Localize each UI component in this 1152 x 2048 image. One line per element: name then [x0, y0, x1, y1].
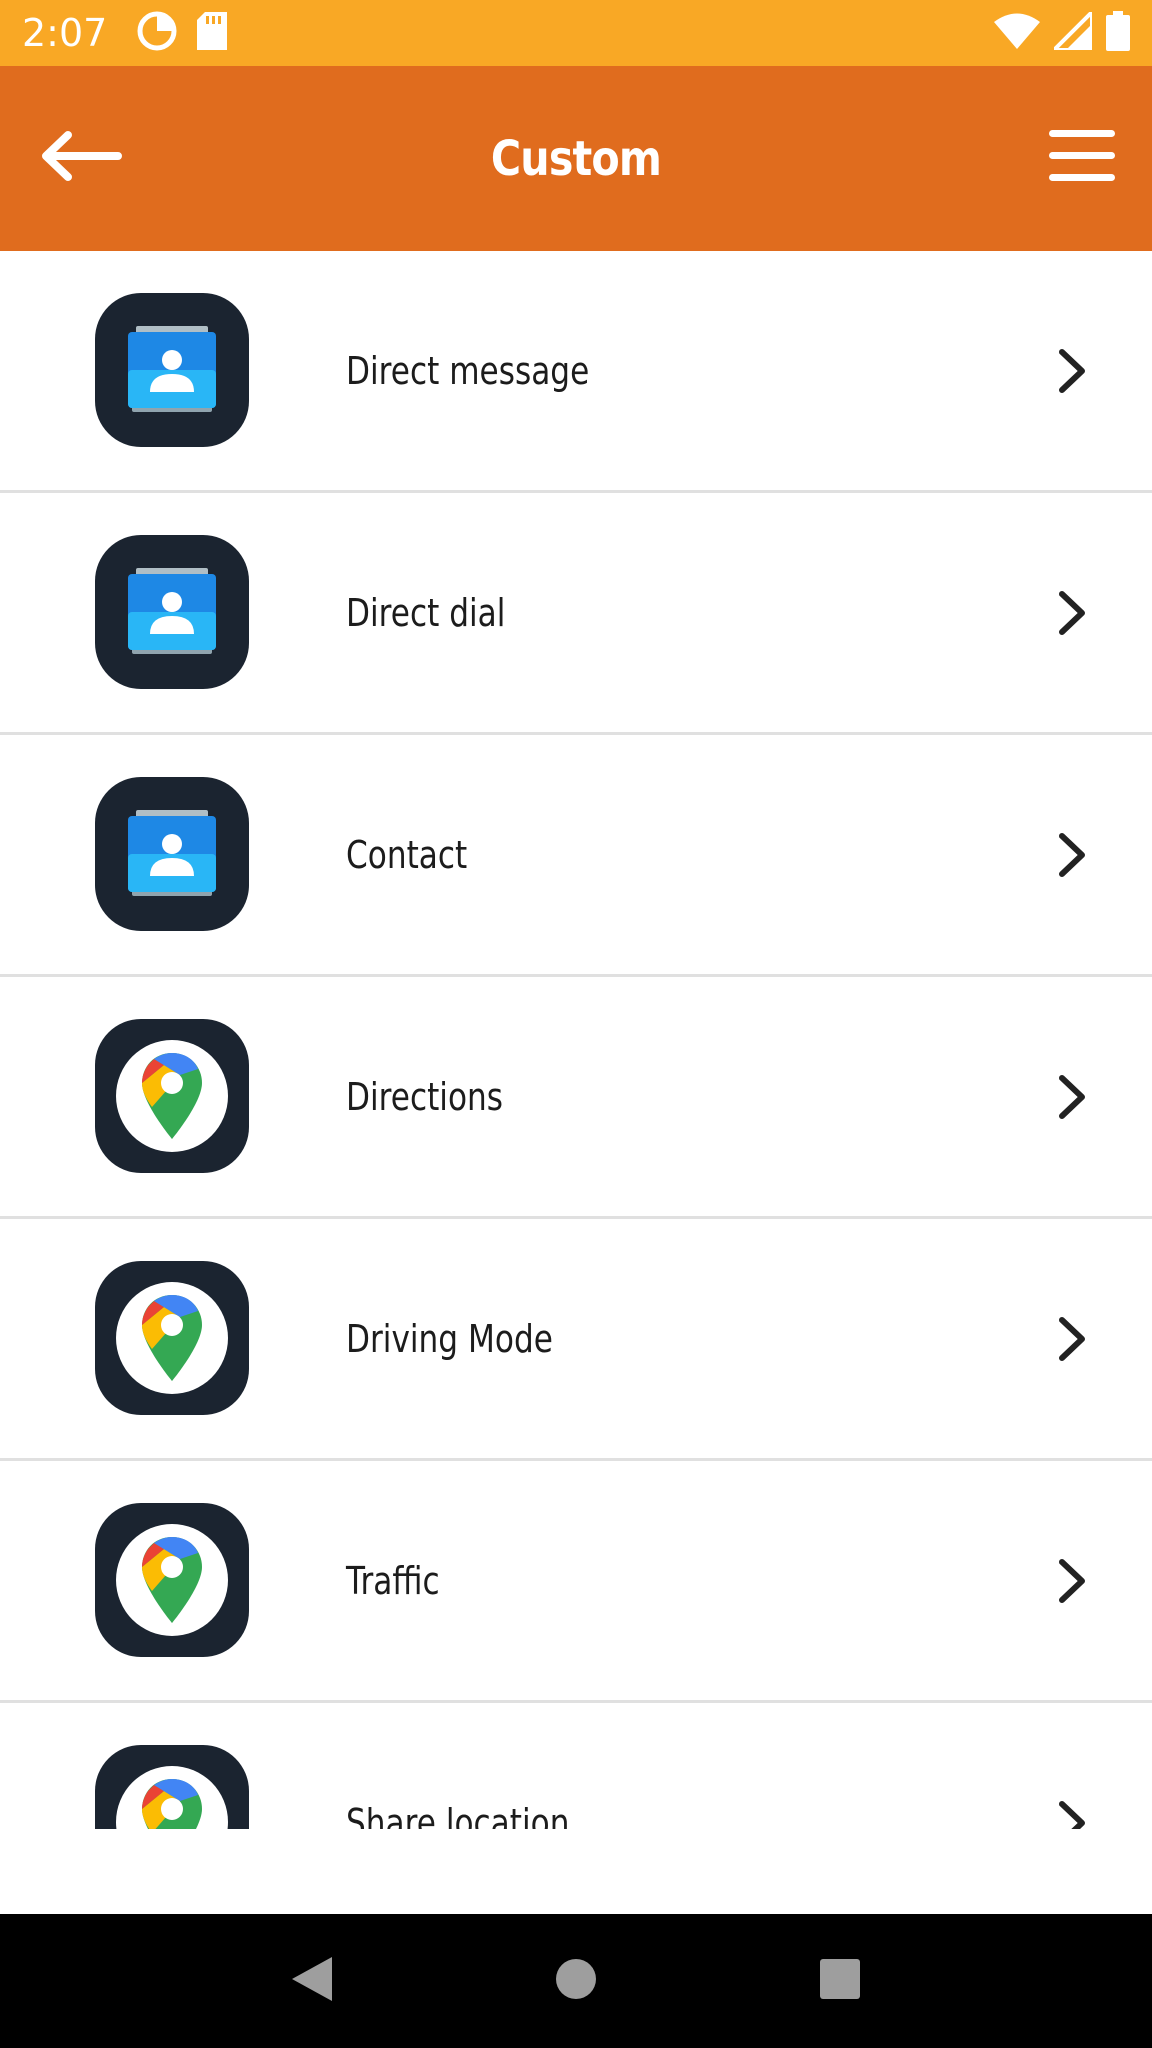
- list-item-label: Direct message: [346, 348, 590, 393]
- arrow-left-icon: [38, 130, 122, 187]
- wifi-icon: [994, 13, 1040, 54]
- list-item-label: Direct dial: [346, 590, 506, 635]
- chevron-right-icon: [1052, 1556, 1092, 1606]
- page-title: Custom: [490, 130, 662, 187]
- chevron-right-icon: [1052, 588, 1092, 638]
- list-item-direct-message[interactable]: Direct message: [0, 251, 1152, 493]
- list-item-directions[interactable]: Directions: [0, 977, 1152, 1219]
- status-bar: 2:07: [0, 0, 1152, 66]
- chevron-right-icon: [1052, 1798, 1092, 1829]
- status-left-icons: [137, 11, 228, 56]
- app-bar: Custom: [0, 66, 1152, 251]
- system-nav-bar: [0, 1914, 1152, 2048]
- chevron-right-icon: [1052, 830, 1092, 880]
- google-maps-icon: [95, 1745, 249, 1829]
- recents-square-icon: [819, 1958, 861, 2005]
- battery-icon: [1106, 10, 1130, 56]
- status-time: 2:07: [22, 11, 108, 55]
- sd-card-icon: [197, 11, 228, 55]
- back-triangle-icon: [290, 1955, 334, 2008]
- chevron-right-icon: [1052, 346, 1092, 396]
- nav-back-button[interactable]: [267, 1936, 357, 2026]
- contacts-app-icon: [95, 777, 249, 931]
- status-right-icons: [994, 6, 1130, 56]
- list-item-label: Contact: [346, 832, 468, 877]
- list-item-traffic[interactable]: Traffic: [0, 1461, 1152, 1703]
- google-maps-icon: [95, 1019, 249, 1173]
- list-item-label: Share location: [346, 1800, 570, 1830]
- contacts-app-icon: [95, 293, 249, 447]
- home-circle-icon: [555, 1958, 597, 2005]
- chevron-right-icon: [1052, 1314, 1092, 1364]
- list-item-label: Directions: [346, 1074, 504, 1119]
- signal-icon: [1049, 6, 1094, 55]
- contacts-app-icon: [95, 535, 249, 689]
- nav-home-button[interactable]: [531, 1936, 621, 2026]
- back-button[interactable]: [30, 119, 130, 199]
- data-saver-icon: [137, 11, 177, 56]
- list-item-contact[interactable]: Contact: [0, 735, 1152, 977]
- list-item-share-location[interactable]: Share location: [0, 1703, 1152, 1829]
- google-maps-icon: [95, 1503, 249, 1657]
- list-item-direct-dial[interactable]: Direct dial: [0, 493, 1152, 735]
- list-item-label: Traffic: [346, 1558, 440, 1603]
- menu-button[interactable]: [1042, 119, 1122, 199]
- chevron-right-icon: [1052, 1072, 1092, 1122]
- list-item-label: Driving Mode: [346, 1316, 553, 1361]
- hamburger-menu-icon: [1047, 128, 1117, 189]
- nav-recents-button[interactable]: [795, 1936, 885, 2026]
- google-maps-icon: [95, 1261, 249, 1415]
- list-item-driving-mode[interactable]: Driving Mode: [0, 1219, 1152, 1461]
- action-list[interactable]: Direct message Direct dial Contact Direc…: [0, 251, 1152, 1829]
